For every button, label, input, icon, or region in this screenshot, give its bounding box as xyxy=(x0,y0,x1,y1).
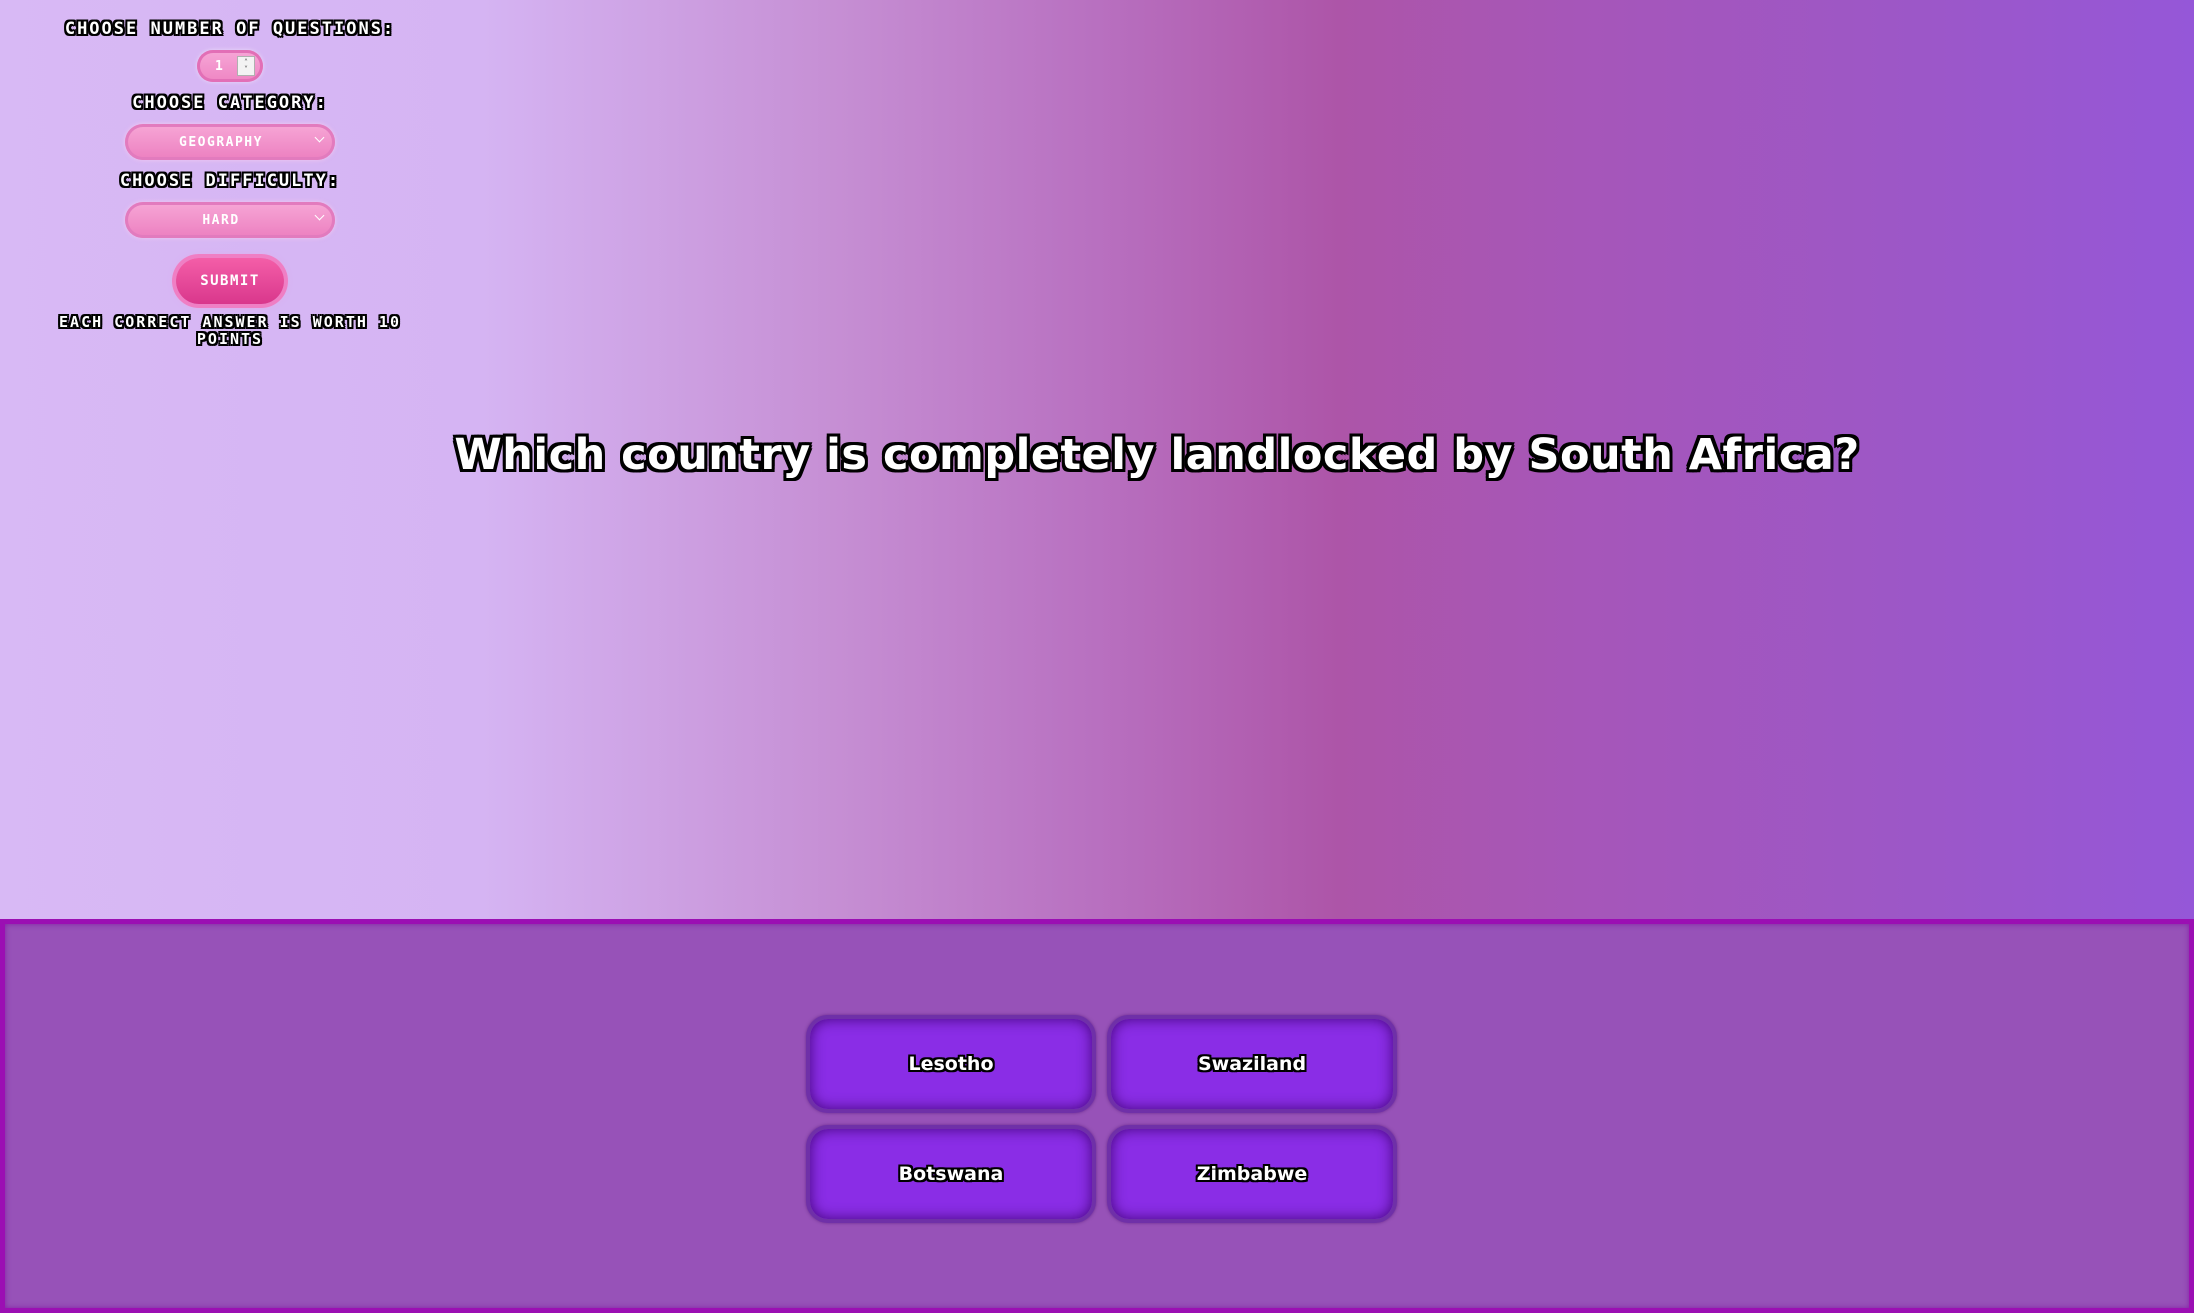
answer-button-swaziland[interactable]: Swaziland xyxy=(1107,1015,1397,1113)
answers-panel: Lesotho Swaziland Botswana Zimbabwe xyxy=(0,919,2194,1313)
answer-button-botswana[interactable]: Botswana xyxy=(806,1125,1096,1223)
difficulty-label: Choose Difficulty: xyxy=(119,171,341,191)
difficulty-select-value: Hard xyxy=(202,212,240,228)
submit-button[interactable]: Submit xyxy=(176,258,284,304)
quiz-settings-panel: Choose Number of Questions: 1 ˄ ˅ Choose… xyxy=(20,16,440,348)
answer-label: Botswana xyxy=(898,1163,1004,1185)
answer-label: Swaziland xyxy=(1197,1053,1307,1075)
answer-button-lesotho[interactable]: Lesotho xyxy=(806,1015,1096,1113)
category-label: Choose Category: xyxy=(132,93,328,113)
difficulty-select[interactable]: Hard xyxy=(125,202,335,238)
number-of-questions-input[interactable]: 1 ˄ ˅ xyxy=(197,50,263,82)
question-text: Which country is completely landlocked b… xyxy=(454,430,1860,480)
category-select[interactable]: Geography xyxy=(125,124,335,160)
chevron-down-icon xyxy=(314,132,325,143)
number-spinner-icon[interactable]: ˄ ˅ xyxy=(237,56,255,76)
answer-label: Zimbabwe xyxy=(1196,1163,1308,1185)
number-of-questions-label: Choose Number of Questions: xyxy=(64,19,396,39)
chevron-down-icon xyxy=(314,210,325,221)
number-of-questions-value: 1 xyxy=(215,58,223,74)
spinner-down-icon[interactable]: ˅ xyxy=(244,66,248,74)
answer-label: Lesotho xyxy=(908,1053,994,1075)
category-select-value: Geography xyxy=(179,134,263,150)
answer-button-zimbabwe[interactable]: Zimbabwe xyxy=(1107,1125,1397,1223)
points-note: Each correct answer is worth 10 points xyxy=(59,313,401,348)
answers-grid: Lesotho Swaziland Botswana Zimbabwe xyxy=(806,1015,1397,1223)
